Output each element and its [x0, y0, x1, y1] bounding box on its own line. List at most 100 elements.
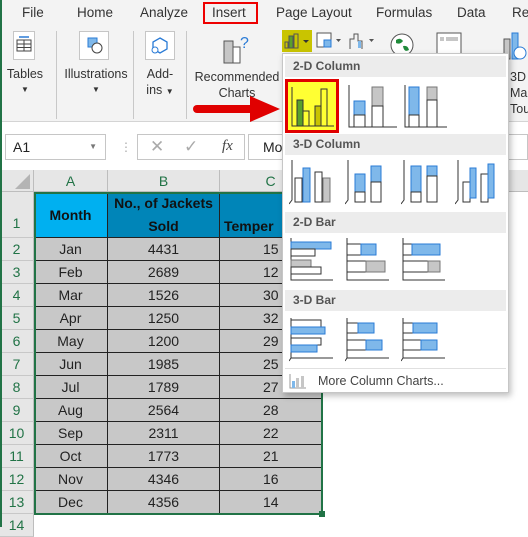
cell-jackets-sold[interactable]: 2689 — [108, 261, 220, 284]
cell-jackets-sold[interactable]: 2311 — [108, 422, 220, 445]
cell-month[interactable]: Aug — [34, 399, 108, 422]
tables-label: Tables — [6, 67, 44, 81]
cell-avg-temperature[interactable]: 22 — [220, 422, 322, 445]
cell-jackets-sold[interactable]: 1250 — [108, 307, 220, 330]
tours-label: Tour — [510, 102, 528, 116]
3d-stacked-bar-option[interactable] — [345, 314, 397, 366]
3d-100-stacked-column-option[interactable] — [401, 158, 453, 210]
header-jackets-line1: No., of Jackets — [114, 195, 213, 211]
cell-jackets-sold[interactable]: 1200 — [108, 330, 220, 353]
section-2d-bar: 2-D Bar — [285, 212, 506, 233]
cell-month[interactable]: Mar — [34, 284, 108, 307]
header-month[interactable]: Month — [34, 192, 108, 238]
more-column-charts-link[interactable]: More Column Charts... — [287, 372, 506, 392]
tables-button[interactable]: Tables ▼ — [4, 66, 46, 98]
3d-column-option[interactable] — [455, 158, 507, 210]
stacked-column-option[interactable] — [345, 81, 397, 133]
name-box[interactable]: A1 ▼ — [5, 134, 106, 160]
addins-icon[interactable] — [145, 31, 175, 60]
cell-jackets-sold[interactable]: 1985 — [108, 353, 220, 376]
cell-jackets-sold[interactable]: 4346 — [108, 468, 220, 491]
row-header[interactable]: 9 — [0, 399, 34, 422]
clustered-column-option[interactable] — [285, 79, 339, 133]
row-header[interactable]: 14 — [0, 514, 34, 537]
cell-month[interactable]: Sep — [34, 422, 108, 445]
cell-jackets-sold[interactable]: 1526 — [108, 284, 220, 307]
menu-file[interactable]: File — [22, 5, 44, 20]
cell-avg-temperature[interactable]: 21 — [220, 445, 322, 468]
hierarchy-chart-icon[interactable] — [315, 31, 345, 51]
window-edge — [0, 0, 2, 527]
section-3d-column: 3-D Column — [285, 134, 506, 155]
fill-handle[interactable] — [319, 511, 325, 517]
row-header[interactable]: 2 — [0, 238, 34, 261]
chevron-down-icon[interactable]: ▼ — [89, 142, 97, 151]
row-header[interactable]: 12 — [0, 468, 34, 491]
shapes-icon[interactable] — [79, 31, 109, 60]
menu-home[interactable]: Home — [77, 5, 113, 20]
cell-jackets-sold[interactable]: 4356 — [108, 491, 220, 514]
recommended-charts-icon[interactable]: ? — [220, 31, 254, 65]
menu-data[interactable]: Data — [457, 5, 486, 20]
cell-month[interactable]: Jul — [34, 376, 108, 399]
row-header[interactable]: 4 — [0, 284, 34, 307]
cell-jackets-sold[interactable]: 2564 — [108, 399, 220, 422]
menu-formulas[interactable]: Formulas — [376, 5, 432, 20]
table-icon[interactable] — [13, 31, 35, 60]
row-header[interactable]: 1 — [0, 192, 34, 238]
more-column-charts-label: More Column Charts... — [318, 374, 444, 388]
3d-clustered-column-option[interactable] — [289, 158, 341, 210]
cell-month[interactable]: May — [34, 330, 108, 353]
cell-jackets-sold[interactable]: 1773 — [108, 445, 220, 468]
row-header[interactable]: 3 — [0, 261, 34, 284]
divider — [285, 368, 506, 369]
menu-review[interactable]: Re — [512, 5, 528, 20]
cell-month[interactable]: Nov — [34, 468, 108, 491]
cell-month[interactable]: Feb — [34, 261, 108, 284]
row-header[interactable]: 7 — [0, 353, 34, 376]
3d-map-button[interactable]: 3D Map Tour — [510, 69, 528, 117]
column-chart-button[interactable] — [282, 30, 312, 52]
enter-check-icon[interactable]: ✓ — [184, 137, 198, 157]
3d-clustered-bar-option[interactable] — [289, 314, 341, 366]
select-all-corner[interactable] — [0, 170, 34, 192]
3d-stacked-column-option[interactable] — [345, 158, 397, 210]
cell-month[interactable]: Apr — [34, 307, 108, 330]
section-3d-bar: 3-D Bar — [285, 290, 506, 311]
row-header[interactable]: 8 — [0, 376, 34, 399]
row-header[interactable]: 11 — [0, 445, 34, 468]
menu-page-layout[interactable]: Page Layout — [276, 5, 352, 20]
column-header-a[interactable]: A — [34, 170, 108, 192]
row-header[interactable]: 6 — [0, 330, 34, 353]
clustered-bar-option[interactable] — [289, 236, 341, 288]
illustrations-button[interactable]: Illustrations ▼ — [60, 66, 132, 98]
cancel-icon[interactable]: ✕ — [150, 137, 164, 157]
addins-button[interactable]: Add-ins ▼ — [142, 66, 178, 100]
cell-jackets-sold[interactable]: 4431 — [108, 238, 220, 261]
stacked-bar-option[interactable] — [345, 236, 397, 288]
column-chart-dropdown: 2-D Column 3-D Column 2-D Bar 3-D Bar Mo… — [282, 53, 509, 393]
cell-month[interactable]: Jun — [34, 353, 108, 376]
cell-avg-temperature[interactable]: 28 — [220, 399, 322, 422]
cell-month[interactable]: Jan — [34, 238, 108, 261]
3d-map-label: 3D — [510, 70, 526, 84]
row-header[interactable]: 10 — [0, 422, 34, 445]
waterfall-chart-icon[interactable] — [348, 31, 378, 51]
cell-avg-temperature[interactable]: 14 — [220, 491, 322, 514]
cell-month[interactable]: Dec — [34, 491, 108, 514]
100-stacked-column-option[interactable] — [401, 81, 453, 133]
cell-jackets-sold[interactable]: 1789 — [108, 376, 220, 399]
insert-function-button[interactable]: fx — [222, 138, 233, 155]
column-header-b[interactable]: B — [108, 170, 220, 192]
cell-avg-temperature[interactable]: 16 — [220, 468, 322, 491]
3d-map-label-2: Map — [510, 86, 528, 100]
100-stacked-bar-option[interactable] — [401, 236, 453, 288]
header-jackets-sold[interactable]: No., of Jackets Sold — [108, 192, 220, 238]
insert-highlight-box — [203, 2, 258, 24]
row-header[interactable]: 13 — [0, 491, 34, 514]
cell-month[interactable]: Oct — [34, 445, 108, 468]
menu-analyze[interactable]: Analyze — [140, 5, 188, 20]
row-header[interactable]: 5 — [0, 307, 34, 330]
menu-bar: File Home Analyze Insert Page Layout For… — [0, 0, 528, 27]
3d-100-stacked-bar-option[interactable] — [401, 314, 453, 366]
